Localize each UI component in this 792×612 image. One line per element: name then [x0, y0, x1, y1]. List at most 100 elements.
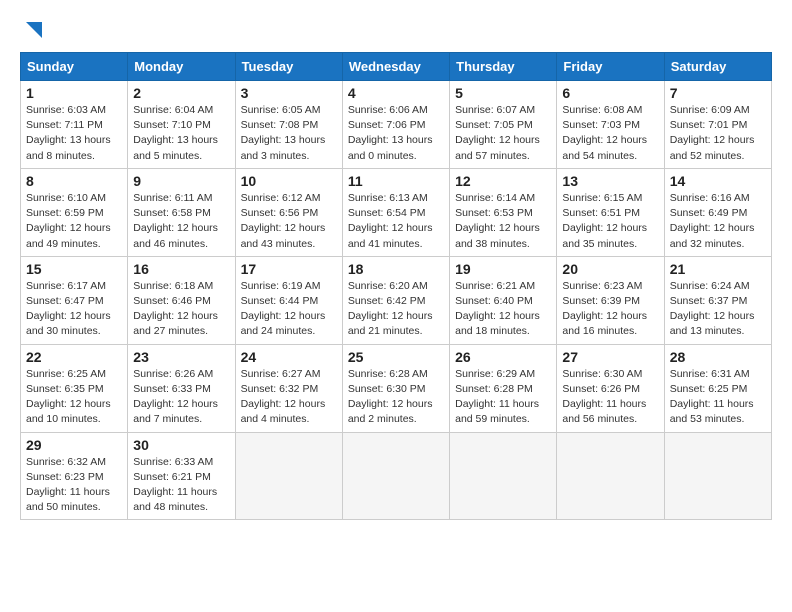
day-info: Sunrise: 6:15 AMSunset: 6:51 PMDaylight:…	[562, 191, 658, 252]
day-number: 6	[562, 85, 658, 101]
day-info: Sunrise: 6:20 AMSunset: 6:42 PMDaylight:…	[348, 279, 444, 340]
calendar-cell: 26 Sunrise: 6:29 AMSunset: 6:28 PMDayligh…	[450, 344, 557, 432]
calendar-cell: 10Sunrise: 6:12 AMSunset: 6:56 PMDayligh…	[235, 168, 342, 256]
day-info: Sunrise: 6:18 AMSunset: 6:46 PMDaylight:…	[133, 279, 229, 340]
day-info: Sunrise: 6:28 AMSunset: 6:30 PMDaylight:…	[348, 367, 444, 428]
calendar-cell: 21 Sunrise: 6:24 AMSunset: 6:37 PMDayligh…	[664, 256, 771, 344]
day-number: 21	[670, 261, 766, 277]
header-day-thursday: Thursday	[450, 53, 557, 81]
day-info: Sunrise: 6:33 AMSunset: 6:21 PMDaylight:…	[133, 455, 229, 516]
day-info: Sunrise: 6:09 AMSunset: 7:01 PMDaylight:…	[670, 103, 766, 164]
calendar-cell: 23Sunrise: 6:26 AMSunset: 6:33 PMDayligh…	[128, 344, 235, 432]
calendar-cell: 27 Sunrise: 6:30 AMSunset: 6:26 PMDayligh…	[557, 344, 664, 432]
day-number: 13	[562, 173, 658, 189]
calendar-cell: 9Sunrise: 6:11 AMSunset: 6:58 PMDaylight…	[128, 168, 235, 256]
day-number: 27	[562, 349, 658, 365]
day-number: 9	[133, 173, 229, 189]
day-number: 11	[348, 173, 444, 189]
day-number: 20	[562, 261, 658, 277]
calendar-cell: 4 Sunrise: 6:06 AMSunset: 7:06 PMDaylight…	[342, 81, 449, 169]
calendar-week-2: 8 Sunrise: 6:10 AMSunset: 6:59 PMDaylight…	[21, 168, 772, 256]
day-info: Sunrise: 6:07 AMSunset: 7:05 PMDaylight:…	[455, 103, 551, 164]
day-info: Sunrise: 6:24 AMSunset: 6:37 PMDaylight:…	[670, 279, 766, 340]
day-info: Sunrise: 6:08 AMSunset: 7:03 PMDaylight:…	[562, 103, 658, 164]
calendar-week-3: 15 Sunrise: 6:17 AMSunset: 6:47 PMDayligh…	[21, 256, 772, 344]
day-number: 1	[26, 85, 122, 101]
calendar-cell: 15 Sunrise: 6:17 AMSunset: 6:47 PMDayligh…	[21, 256, 128, 344]
day-number: 7	[670, 85, 766, 101]
calendar-cell	[664, 432, 771, 520]
day-info: Sunrise: 6:14 AMSunset: 6:53 PMDaylight:…	[455, 191, 551, 252]
calendar-cell: 7 Sunrise: 6:09 AMSunset: 7:01 PMDaylight…	[664, 81, 771, 169]
logo	[20, 20, 44, 42]
day-number: 4	[348, 85, 444, 101]
calendar-cell: 16 Sunrise: 6:18 AMSunset: 6:46 PMDayligh…	[128, 256, 235, 344]
calendar-cell: 20 Sunrise: 6:23 AMSunset: 6:39 PMDayligh…	[557, 256, 664, 344]
day-number: 25	[348, 349, 444, 365]
day-number: 15	[26, 261, 122, 277]
calendar-cell	[450, 432, 557, 520]
calendar-week-5: 29 Sunrise: 6:32 AMSunset: 6:23 PMDayligh…	[21, 432, 772, 520]
day-number: 19	[455, 261, 551, 277]
calendar-cell: 5 Sunrise: 6:07 AMSunset: 7:05 PMDaylight…	[450, 81, 557, 169]
calendar-cell: 19 Sunrise: 6:21 AMSunset: 6:40 PMDayligh…	[450, 256, 557, 344]
calendar-cell: 14Sunrise: 6:16 AMSunset: 6:49 PMDayligh…	[664, 168, 771, 256]
calendar-cell: 17Sunrise: 6:19 AMSunset: 6:44 PMDayligh…	[235, 256, 342, 344]
day-number: 8	[26, 173, 122, 189]
calendar-cell: 18Sunrise: 6:20 AMSunset: 6:42 PMDayligh…	[342, 256, 449, 344]
day-info: Sunrise: 6:32 AMSunset: 6:23 PMDaylight:…	[26, 455, 122, 516]
header-day-tuesday: Tuesday	[235, 53, 342, 81]
header-day-saturday: Saturday	[664, 53, 771, 81]
day-info: Sunrise: 6:30 AMSunset: 6:26 PMDaylight:…	[562, 367, 658, 428]
day-number: 3	[241, 85, 337, 101]
day-number: 28	[670, 349, 766, 365]
calendar-cell: 3Sunrise: 6:05 AMSunset: 7:08 PMDaylight…	[235, 81, 342, 169]
calendar-cell: 6 Sunrise: 6:08 AMSunset: 7:03 PMDaylight…	[557, 81, 664, 169]
day-info: Sunrise: 6:13 AMSunset: 6:54 PMDaylight:…	[348, 191, 444, 252]
day-info: Sunrise: 6:04 AMSunset: 7:10 PMDaylight:…	[133, 103, 229, 164]
calendar-cell: 24 Sunrise: 6:27 AMSunset: 6:32 PMDayligh…	[235, 344, 342, 432]
day-info: Sunrise: 6:25 AMSunset: 6:35 PMDaylight:…	[26, 367, 122, 428]
calendar-header-row: SundayMondayTuesdayWednesdayThursdayFrid…	[21, 53, 772, 81]
day-info: Sunrise: 6:26 AMSunset: 6:33 PMDaylight:…	[133, 367, 229, 428]
day-info: Sunrise: 6:21 AMSunset: 6:40 PMDaylight:…	[455, 279, 551, 340]
calendar-week-4: 22Sunrise: 6:25 AMSunset: 6:35 PMDayligh…	[21, 344, 772, 432]
calendar-cell: 25 Sunrise: 6:28 AMSunset: 6:30 PMDayligh…	[342, 344, 449, 432]
calendar-table: SundayMondayTuesdayWednesdayThursdayFrid…	[20, 52, 772, 520]
header-day-monday: Monday	[128, 53, 235, 81]
day-info: Sunrise: 6:03 AMSunset: 7:11 PMDaylight:…	[26, 103, 122, 164]
day-info: Sunrise: 6:29 AMSunset: 6:28 PMDaylight:…	[455, 367, 551, 428]
calendar-cell: 13 Sunrise: 6:15 AMSunset: 6:51 PMDayligh…	[557, 168, 664, 256]
calendar-cell: 11 Sunrise: 6:13 AMSunset: 6:54 PMDayligh…	[342, 168, 449, 256]
day-info: Sunrise: 6:10 AMSunset: 6:59 PMDaylight:…	[26, 191, 122, 252]
day-number: 5	[455, 85, 551, 101]
day-number: 30	[133, 437, 229, 453]
calendar-week-1: 1 Sunrise: 6:03 AMSunset: 7:11 PMDaylight…	[21, 81, 772, 169]
header-day-friday: Friday	[557, 53, 664, 81]
calendar-cell: 8 Sunrise: 6:10 AMSunset: 6:59 PMDaylight…	[21, 168, 128, 256]
day-number: 26	[455, 349, 551, 365]
day-info: Sunrise: 6:31 AMSunset: 6:25 PMDaylight:…	[670, 367, 766, 428]
calendar-cell	[557, 432, 664, 520]
page-header	[20, 20, 772, 42]
header-day-sunday: Sunday	[21, 53, 128, 81]
calendar-cell: 28 Sunrise: 6:31 AMSunset: 6:25 PMDayligh…	[664, 344, 771, 432]
calendar-cell: 12 Sunrise: 6:14 AMSunset: 6:53 PMDayligh…	[450, 168, 557, 256]
calendar-cell: 1 Sunrise: 6:03 AMSunset: 7:11 PMDaylight…	[21, 81, 128, 169]
day-number: 12	[455, 173, 551, 189]
day-info: Sunrise: 6:17 AMSunset: 6:47 PMDaylight:…	[26, 279, 122, 340]
day-info: Sunrise: 6:27 AMSunset: 6:32 PMDaylight:…	[241, 367, 337, 428]
calendar-cell	[342, 432, 449, 520]
calendar-cell: 29 Sunrise: 6:32 AMSunset: 6:23 PMDayligh…	[21, 432, 128, 520]
day-number: 16	[133, 261, 229, 277]
day-number: 29	[26, 437, 122, 453]
day-info: Sunrise: 6:06 AMSunset: 7:06 PMDaylight:…	[348, 103, 444, 164]
header-day-wednesday: Wednesday	[342, 53, 449, 81]
calendar-cell: 22Sunrise: 6:25 AMSunset: 6:35 PMDayligh…	[21, 344, 128, 432]
day-info: Sunrise: 6:12 AMSunset: 6:56 PMDaylight:…	[241, 191, 337, 252]
day-number: 17	[241, 261, 337, 277]
calendar-cell: 30 Sunrise: 6:33 AMSunset: 6:21 PMDayligh…	[128, 432, 235, 520]
day-number: 24	[241, 349, 337, 365]
calendar-cell	[235, 432, 342, 520]
day-info: Sunrise: 6:23 AMSunset: 6:39 PMDaylight:…	[562, 279, 658, 340]
